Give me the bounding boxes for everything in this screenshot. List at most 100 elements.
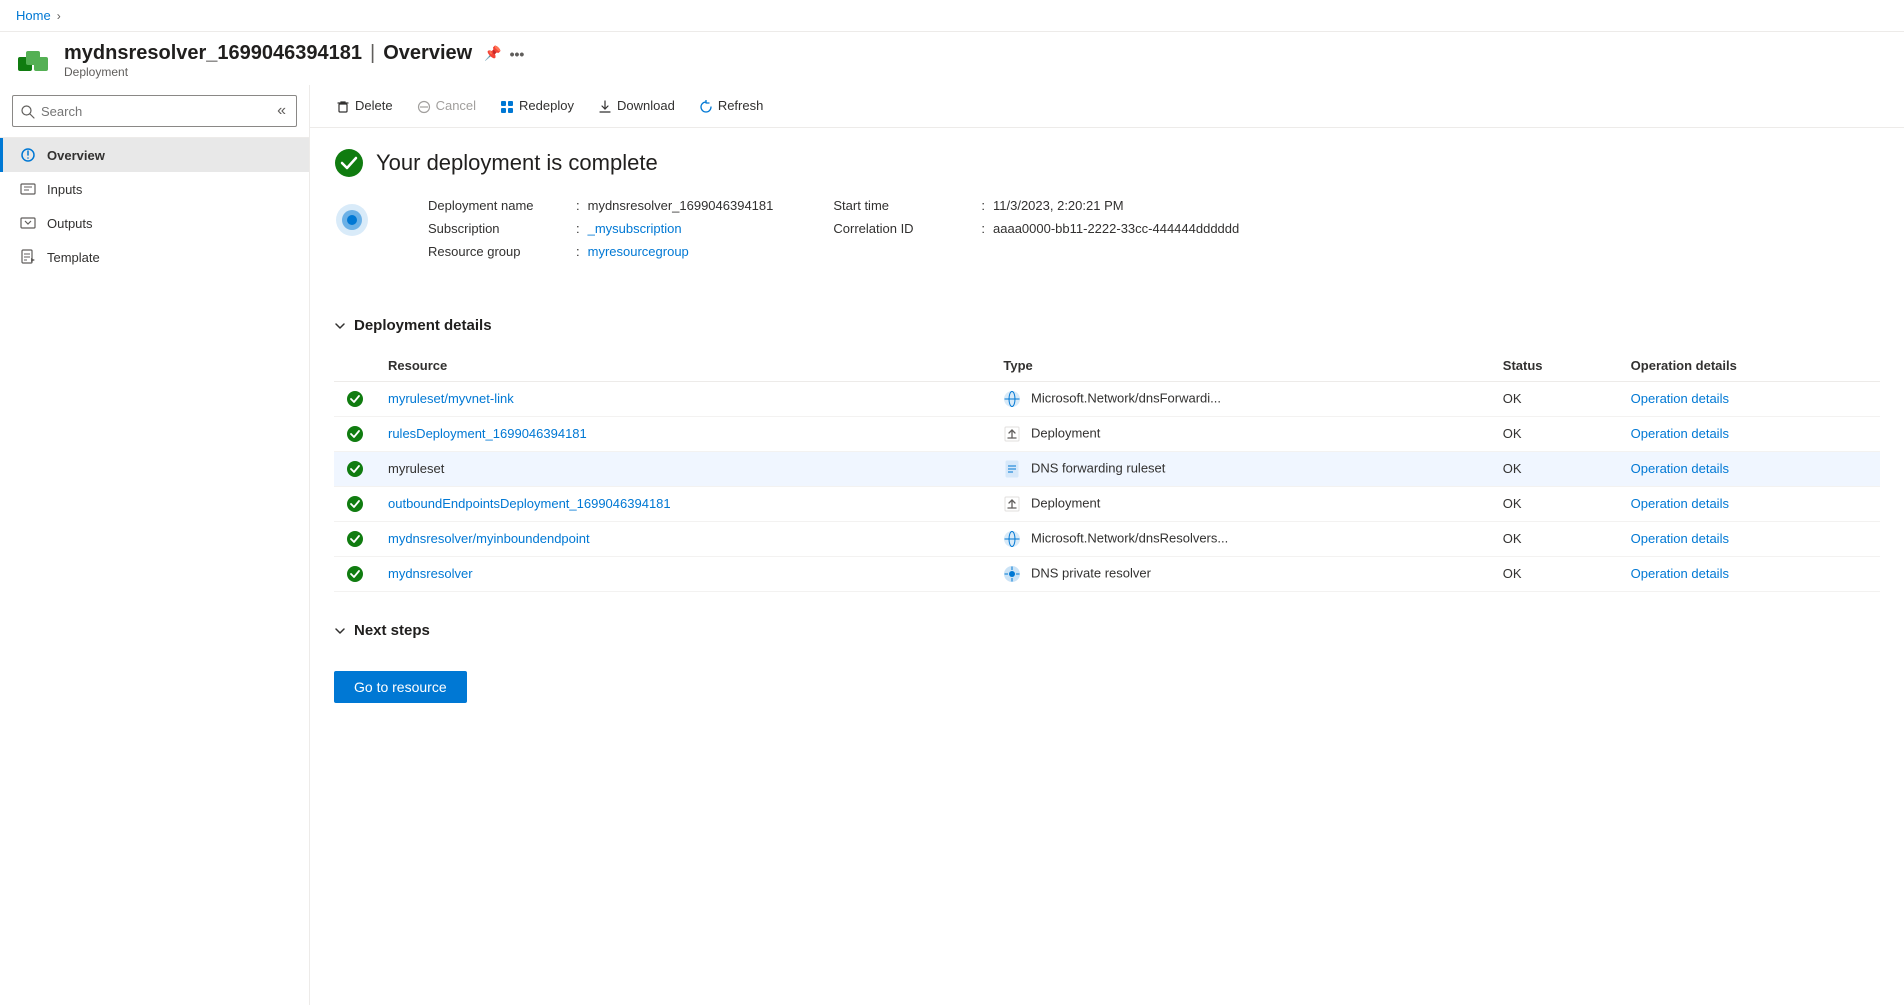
breadcrumb: Home › [0,0,1904,32]
resource-link[interactable]: rulesDeployment_1699046394181 [388,426,587,441]
deployment-icon [334,202,370,238]
outputs-icon [19,214,37,232]
sidebar-item-label: Inputs [47,182,82,197]
col-resource-header: Resource [376,350,991,382]
subscription-link[interactable]: _mysubscription [588,221,682,236]
operation-details-link[interactable]: Operation details [1631,496,1729,511]
sidebar-item-template[interactable]: Template [0,240,309,274]
type-icon [1003,530,1021,545]
correlation-id-row: Correlation ID : aaaa0000-bb11-2222-33cc… [833,221,1239,236]
resource-type: Deployment [64,65,524,79]
resource-cell: myruleset/myvnet-link [376,381,991,416]
col-type-header: Type [991,350,1490,382]
resource-cell: mydnsresolver [376,556,991,591]
search-box[interactable]: « [12,95,297,127]
info-col-left: Deployment name : mydnsresolver_16990463… [428,198,773,259]
redeploy-button[interactable]: Redeploy [490,93,584,119]
status-check-cell [334,451,376,486]
sidebar-item-overview[interactable]: Overview [0,138,309,172]
resource-link[interactable]: mydnsresolver [388,566,473,581]
next-steps-section-header[interactable]: Next steps [334,622,1880,639]
refresh-button[interactable]: Refresh [689,93,774,119]
success-title: Your deployment is complete [376,150,658,176]
resource-link[interactable]: outboundEndpointsDeployment_169904639418… [388,496,671,511]
resource-icon [16,43,52,79]
sidebar-item-label: Template [47,250,100,265]
go-to-resource-button[interactable]: Go to resource [334,671,467,703]
delete-button[interactable]: Delete [326,93,403,119]
page-header: mydnsresolver_1699046394181 | Overview 📌… [0,32,1904,85]
type-label: Deployment [1031,425,1100,440]
success-header: Your deployment is complete [334,148,1880,178]
next-steps-title: Next steps [354,622,430,639]
table-row: myruleset/myvnet-link Microsoft.Network/… [334,381,1880,416]
resource-cell: mydnsresolver/myinboundendpoint [376,521,991,556]
type-cell: Microsoft.Network/dnsResolvers... [991,521,1490,556]
collapse-sidebar-button[interactable]: « [275,100,288,122]
deployment-name-row: Deployment name : mydnsresolver_16990463… [428,198,773,213]
page-name: Overview [383,42,472,65]
info-col-right: Start time : 11/3/2023, 2:20:21 PM Corre… [833,198,1239,259]
type-icon [1003,425,1021,440]
table-row: rulesDeployment_1699046394181 Deployment… [334,416,1880,451]
deployment-details-section-header[interactable]: Deployment details [334,317,1880,334]
status-cell: OK [1491,486,1619,521]
download-button[interactable]: Download [588,93,685,119]
table-row: outboundEndpointsDeployment_169904639418… [334,486,1880,521]
operation-details-link[interactable]: Operation details [1631,531,1729,546]
search-input[interactable] [41,104,269,119]
operation-details-cell: Operation details [1619,416,1880,451]
resource-group-link[interactable]: myresourcegroup [588,244,689,259]
sidebar: « Overview [0,85,310,1005]
sidebar-item-outputs[interactable]: Outputs [0,206,309,240]
overview-icon [19,146,37,164]
redeploy-icon [500,98,514,114]
status-check-cell [334,381,376,416]
cancel-button[interactable]: Cancel [407,93,486,119]
status-check-cell [334,556,376,591]
refresh-icon [699,98,713,114]
type-label: DNS private resolver [1031,565,1151,580]
resource-cell: rulesDeployment_1699046394181 [376,416,991,451]
deployment-details-title: Deployment details [354,317,492,334]
more-options-icon[interactable]: ••• [510,46,525,62]
status-cell: OK [1491,521,1619,556]
overview-content: Your deployment is complete [310,128,1904,1005]
page-title: mydnsresolver_1699046394181 | Overview 📌… [64,42,524,65]
operation-details-link[interactable]: Operation details [1631,566,1729,581]
resource-link[interactable]: myruleset/myvnet-link [388,391,514,406]
type-cell: Deployment [991,486,1490,521]
status-cell: OK [1491,416,1619,451]
sidebar-item-inputs[interactable]: Inputs [0,172,309,206]
cancel-icon [417,98,431,114]
resource-cell: outboundEndpointsDeployment_169904639418… [376,486,991,521]
type-cell: Microsoft.Network/dnsForwardi... [991,381,1490,416]
resource-name: mydnsresolver_1699046394181 [64,42,362,65]
chevron-down-icon [334,317,346,333]
inputs-icon [19,180,37,198]
resource-group-row: Resource group : myresourcegroup [428,244,773,259]
status-check-cell [334,486,376,521]
type-label: DNS forwarding ruleset [1031,460,1165,475]
deployment-info: Deployment name : mydnsresolver_16990463… [428,198,1239,259]
operation-details-cell: Operation details [1619,486,1880,521]
col-operation-details-header: Operation details [1619,350,1880,382]
operation-details-link[interactable]: Operation details [1631,426,1729,441]
type-cell: DNS forwarding ruleset [991,451,1490,486]
type-icon [1003,460,1021,475]
type-icon [1003,495,1021,510]
toolbar: Delete Cancel [310,85,1904,128]
type-icon [1003,390,1021,405]
next-steps-section: Next steps Go to resource [334,622,1880,703]
resource-link[interactable]: mydnsresolver/myinboundendpoint [388,531,590,546]
delete-icon [336,98,350,114]
operation-details-link[interactable]: Operation details [1631,391,1729,406]
type-label: Microsoft.Network/dnsResolvers... [1031,530,1228,545]
home-link[interactable]: Home [16,8,51,23]
table-row: mydnsresolver DNS private resolver OK Op… [334,556,1880,591]
success-icon [334,148,364,178]
operation-details-link[interactable]: Operation details [1631,461,1729,476]
sidebar-item-label: Outputs [47,216,93,231]
deployment-table: Resource Type Status Operation details m… [334,350,1880,592]
pin-icon[interactable]: 📌 [484,45,501,62]
